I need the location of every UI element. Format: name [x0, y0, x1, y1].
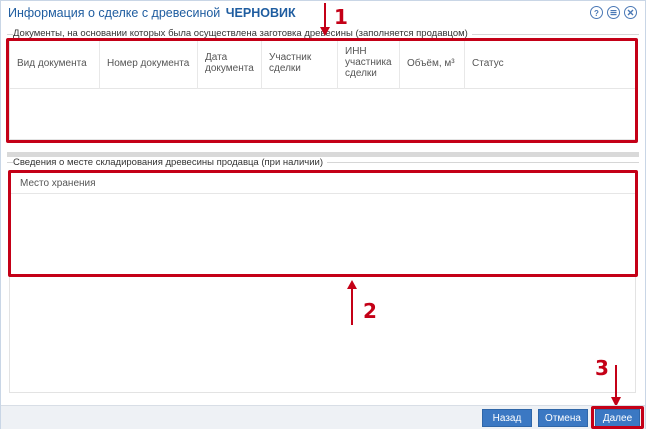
- documents-grid[interactable]: Вид документа Номер документа Дата докум…: [9, 40, 636, 140]
- column-participant-inn[interactable]: ИНН участника сделки: [338, 41, 400, 89]
- column-label: участника: [345, 57, 392, 68]
- storage-section-legend: Сведения о месте складирования древесины…: [13, 157, 327, 168]
- annotation-arrow-1: [320, 3, 330, 36]
- column-status[interactable]: Статус: [465, 41, 635, 89]
- back-button[interactable]: Назад: [482, 409, 532, 427]
- column-label: Вид документа: [17, 58, 87, 69]
- help-icon[interactable]: ?: [590, 6, 603, 19]
- svg-text:?: ?: [594, 9, 599, 17]
- annotation-marker-2: 2: [363, 299, 377, 323]
- column-label: сделки: [269, 63, 301, 74]
- annotation-marker-1: 1: [334, 5, 348, 29]
- annotation-marker-3: 3: [595, 356, 609, 380]
- next-button[interactable]: Далее: [595, 409, 640, 427]
- column-label: ИНН: [345, 46, 367, 57]
- column-document-number[interactable]: Номер документа: [100, 41, 198, 89]
- cancel-button[interactable]: Отмена: [538, 409, 588, 427]
- deal-info-window: Информация о сделке с древесиной ЧЕРНОВИ…: [0, 0, 646, 429]
- column-document-date[interactable]: Дата документа: [198, 41, 262, 89]
- settings-icon[interactable]: [607, 6, 620, 19]
- column-document-type[interactable]: Вид документа: [10, 41, 100, 89]
- column-label: документа: [205, 63, 254, 74]
- column-storage-location[interactable]: Место хранения: [10, 172, 635, 194]
- window-title-text: Информация о сделке с древесиной: [8, 6, 221, 20]
- column-deal-participant[interactable]: Участник сделки: [262, 41, 338, 89]
- column-label: сделки: [345, 68, 377, 79]
- column-label: Дата: [205, 52, 228, 63]
- documents-grid-header: Вид документа Номер документа Дата докум…: [10, 41, 635, 89]
- annotation-arrow-2: [347, 280, 357, 325]
- window-tools: ?: [590, 6, 637, 19]
- annotation-arrow-3: [611, 365, 621, 407]
- storage-grid[interactable]: Место хранения: [9, 171, 636, 393]
- column-label: Статус: [472, 58, 504, 69]
- close-icon[interactable]: [624, 6, 637, 19]
- column-label: Объём, м³: [407, 58, 455, 69]
- column-label: Номер документа: [107, 58, 190, 69]
- window-title: Информация о сделке с древесиной ЧЕРНОВИ…: [8, 6, 296, 20]
- column-label: Участник: [269, 52, 312, 63]
- documents-section-legend: Документы, на основании которых была осу…: [13, 28, 472, 39]
- draft-status-label: ЧЕРНОВИК: [225, 6, 296, 20]
- column-volume[interactable]: Объём, м³: [400, 41, 465, 89]
